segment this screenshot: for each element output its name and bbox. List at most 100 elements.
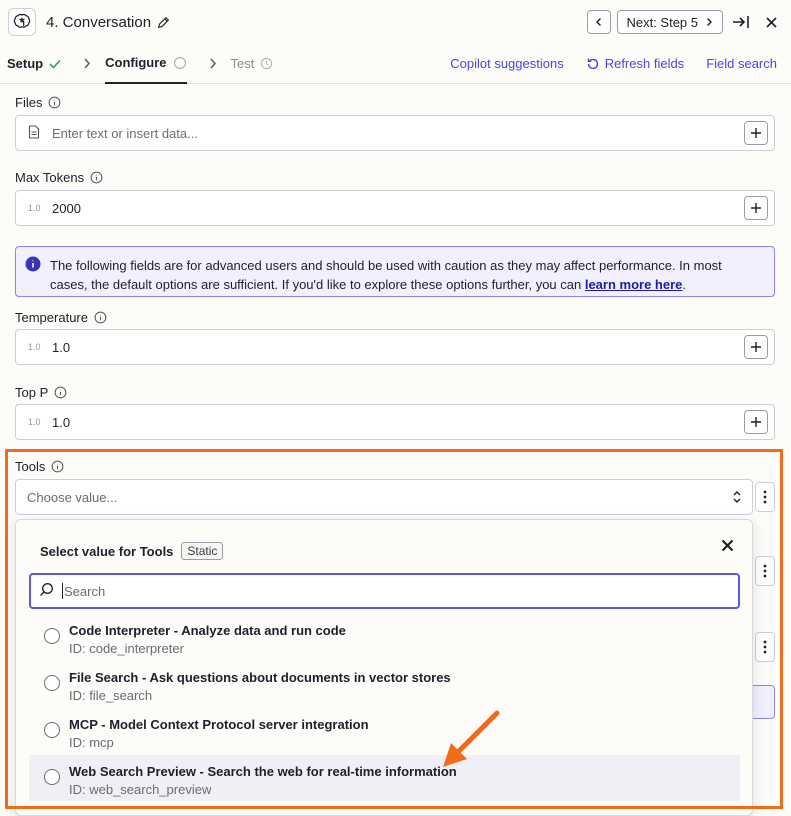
- text-caret: [62, 583, 63, 599]
- tools-label-text: Tools: [15, 459, 46, 474]
- advanced-notice: The following fields are for advanced us…: [15, 246, 775, 297]
- option-label: Code Interpreter - Analyze data and run …: [69, 623, 346, 638]
- info-icon[interactable]: [94, 311, 107, 324]
- copilot-suggestions-link[interactable]: Copilot suggestions: [450, 56, 563, 71]
- tools-select[interactable]: Choose value...: [15, 479, 753, 515]
- max-tokens-input[interactable]: 1.0 2000: [15, 190, 775, 226]
- tools-dropdown-panel: Select value for Tools Static Search Cod…: [15, 519, 753, 816]
- option-mcp[interactable]: MCP - Model Context Protocol server inte…: [29, 711, 740, 757]
- info-icon[interactable]: [51, 460, 64, 473]
- tab-configure[interactable]: Configure: [105, 44, 187, 84]
- files-placeholder: Enter text or insert data...: [52, 125, 198, 141]
- option-file-search[interactable]: File Search - Ask questions about docume…: [29, 664, 740, 710]
- number-type-icon: 1.0: [28, 342, 41, 352]
- tab-setup-label: Setup: [7, 56, 44, 71]
- tools-placeholder: Choose value...: [27, 489, 118, 505]
- files-label-text: Files: [15, 95, 43, 110]
- insert-data-button[interactable]: [744, 121, 768, 145]
- chevron-right-icon: [83, 58, 91, 69]
- max-tokens-label: Max Tokens: [15, 170, 103, 185]
- dropdown-title: Select value for Tools Static: [40, 542, 224, 560]
- radio-button[interactable]: [44, 769, 60, 785]
- radio-button[interactable]: [44, 675, 60, 691]
- field-search-link[interactable]: Field search: [706, 56, 777, 71]
- previous-step-button[interactable]: [587, 10, 612, 34]
- refresh-fields-link[interactable]: Refresh fields: [586, 56, 684, 71]
- clock-icon: [260, 57, 273, 70]
- learn-more-link[interactable]: learn more here: [585, 277, 683, 292]
- max-tokens-value: 2000: [52, 200, 81, 216]
- step-title: 4. Conversation: [46, 13, 152, 31]
- files-input[interactable]: Enter text or insert data...: [15, 115, 775, 151]
- top-p-label-text: Top P: [15, 385, 49, 400]
- tools-label: Tools: [15, 459, 64, 474]
- max-tokens-label-text: Max Tokens: [15, 170, 85, 185]
- insert-data-button[interactable]: [744, 410, 768, 434]
- field-options-kebab[interactable]: [755, 632, 775, 662]
- tab-test[interactable]: Test: [231, 44, 274, 84]
- kebab-icon: [763, 490, 767, 504]
- kebab-icon: [763, 564, 767, 578]
- temperature-input[interactable]: 1.0 1.0: [15, 329, 775, 365]
- option-id: ID: web_search_preview: [69, 782, 212, 797]
- radio-button[interactable]: [44, 722, 60, 738]
- top-p-label: Top P: [15, 385, 67, 400]
- option-id: ID: mcp: [69, 735, 114, 750]
- openai-logo-icon: [8, 8, 36, 36]
- option-code-interpreter[interactable]: Code Interpreter - Analyze data and run …: [29, 617, 740, 663]
- info-icon[interactable]: [48, 96, 61, 109]
- checkmark-icon: [49, 59, 61, 69]
- next-step-label: Next: Step 5: [626, 14, 698, 30]
- dropdown-search-input[interactable]: Search: [29, 573, 740, 609]
- insert-data-button[interactable]: [744, 196, 768, 220]
- plus-icon: [751, 203, 761, 213]
- dropdown-title-text: Select value for Tools: [40, 543, 174, 559]
- tab-test-label: Test: [230, 56, 255, 71]
- radio-button[interactable]: [44, 628, 60, 644]
- chevron-right-icon: [707, 18, 712, 26]
- refresh-icon: [587, 58, 598, 69]
- search-icon: [39, 582, 54, 600]
- plus-icon: [751, 128, 761, 138]
- status-circle-icon: [173, 56, 187, 70]
- temperature-label-text: Temperature: [15, 310, 88, 325]
- files-label: Files: [15, 95, 61, 110]
- option-label: Web Search Preview - Search the web for …: [69, 764, 457, 779]
- tab-setup[interactable]: Setup: [7, 44, 61, 84]
- kebab-icon: [763, 640, 767, 654]
- refresh-fields-label: Refresh fields: [604, 56, 685, 71]
- static-badge: Static: [181, 542, 224, 560]
- plus-icon: [751, 417, 761, 427]
- info-filled-icon: [25, 256, 41, 277]
- option-id: ID: file_search: [69, 688, 153, 703]
- number-type-icon: 1.0: [28, 417, 41, 427]
- annotation-arrow-icon: [443, 710, 500, 767]
- chevron-right-icon: [209, 58, 217, 69]
- notice-end: .: [682, 277, 687, 292]
- search-placeholder: Search: [64, 583, 106, 599]
- top-p-input[interactable]: 1.0 1.0: [15, 404, 775, 440]
- next-step-button[interactable]: Next: Step 5: [617, 10, 723, 34]
- close-dropdown-icon[interactable]: [716, 534, 738, 556]
- temperature-label: Temperature: [15, 310, 107, 325]
- close-icon[interactable]: [759, 10, 783, 34]
- pencil-icon[interactable]: [157, 16, 170, 29]
- expand-panel-icon[interactable]: [729, 10, 753, 34]
- tab-configure-label: Configure: [105, 55, 167, 70]
- option-web-search-preview[interactable]: Web Search Preview - Search the web for …: [29, 755, 740, 801]
- field-options-kebab[interactable]: [755, 482, 775, 512]
- option-label: File Search - Ask questions about docume…: [69, 670, 451, 685]
- insert-data-button[interactable]: [744, 335, 768, 359]
- chevron-left-icon: [596, 18, 602, 26]
- info-icon[interactable]: [90, 171, 103, 184]
- info-icon[interactable]: [54, 386, 67, 399]
- temperature-value: 1.0: [52, 339, 71, 355]
- option-label: MCP - Model Context Protocol server inte…: [69, 717, 369, 732]
- field-options-kebab[interactable]: [755, 556, 775, 586]
- plus-icon: [751, 342, 761, 352]
- chevron-up-down-icon: [732, 489, 742, 508]
- document-icon: [28, 125, 52, 141]
- number-type-icon: 1.0: [28, 203, 41, 213]
- step-header: 4. Conversation Next: Step 5: [0, 0, 791, 44]
- option-id: ID: code_interpreter: [69, 641, 184, 656]
